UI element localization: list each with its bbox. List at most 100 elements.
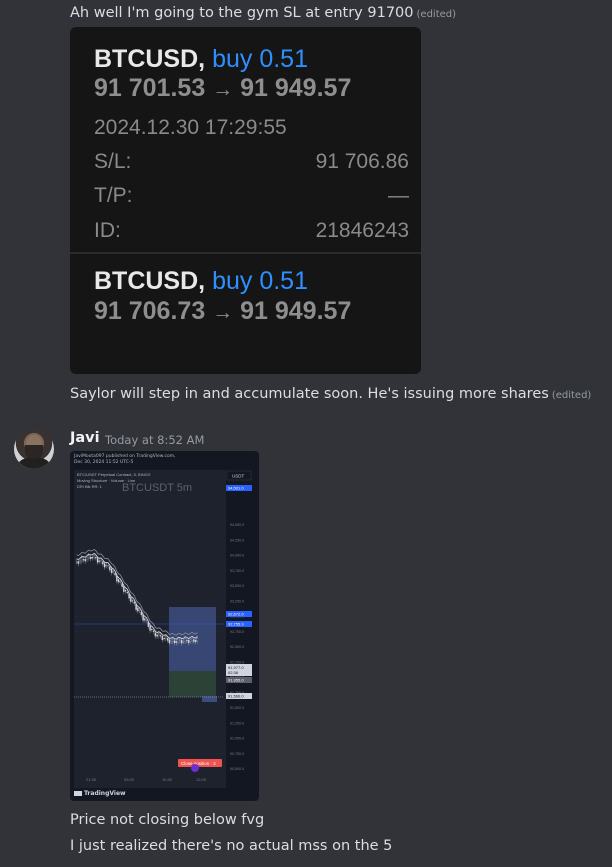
low-box-label: 91,955.0 <box>228 678 244 683</box>
candle <box>147 622 150 627</box>
candle <box>109 566 111 571</box>
candle <box>158 633 160 636</box>
y-tick-label: 94,500.0 <box>230 523 244 527</box>
tradingview-logo-icon <box>74 791 82 796</box>
candle <box>128 593 130 599</box>
current-time-label: 02:38 <box>228 670 239 675</box>
candle <box>135 604 137 610</box>
candle <box>105 565 108 567</box>
candle <box>117 579 120 583</box>
y-tick-label: 92,250.0 <box>230 660 244 664</box>
y-tick-label: 91,000.0 <box>230 737 244 741</box>
tp-value: — <box>388 184 409 207</box>
x-tick-label: 09:00 <box>124 777 135 782</box>
x-tick-label: 10:30 <box>162 777 173 782</box>
username[interactable]: Javi <box>70 430 100 446</box>
candle <box>156 634 158 637</box>
candle <box>144 618 146 621</box>
candle <box>149 625 151 631</box>
close-position-label: Close position · 2 <box>181 761 216 766</box>
candle <box>91 557 94 559</box>
candle <box>84 559 87 562</box>
candle <box>93 555 95 558</box>
open-price: 91 706.73 <box>94 297 206 325</box>
message-text: Ah well I'm going to the gym SL at entry… <box>70 5 456 21</box>
candle <box>77 561 80 564</box>
candle <box>166 638 169 641</box>
order-symbol: BTCUSD, <box>94 45 206 73</box>
message-text: Saylor will step in and accumulate soon.… <box>70 386 591 402</box>
candle <box>140 612 143 616</box>
tradingview-brand: TradingView <box>74 790 126 797</box>
candle <box>86 556 88 560</box>
quote-currency: USDT <box>232 474 245 479</box>
message-text: Price not closing below fvg <box>70 812 265 828</box>
message-body: Saylor will step in and accumulate soon.… <box>70 386 549 402</box>
y-tick-label: 91,250.0 <box>230 721 244 725</box>
candle <box>151 629 153 631</box>
candle <box>152 630 155 632</box>
tradingview-chart-attachment[interactable]: JaviMoota097 published on TradingView.co… <box>70 451 259 801</box>
candle <box>102 561 104 565</box>
candle <box>170 640 172 642</box>
y-tick-label: 93,750.0 <box>230 569 244 573</box>
candle <box>154 632 157 637</box>
candle <box>193 639 195 642</box>
candle <box>98 560 101 562</box>
candle <box>138 610 141 612</box>
chart-watermark: BTCUSDT 5m <box>122 482 192 494</box>
candle <box>165 636 167 639</box>
candle <box>88 555 90 559</box>
candle <box>182 641 185 643</box>
candle <box>79 560 81 563</box>
order-header: BTCUSD, buy 0.51 <box>94 45 308 74</box>
candle <box>75 561 78 563</box>
price-scale: 94,500.0 94,250.0 94,000.0 93,750.0 93,500.0… <box>226 470 255 788</box>
fvg-bottom-label: 92,755.9 <box>228 622 244 627</box>
candle <box>124 589 127 592</box>
message-body: Ah well I'm going to the gym SL at entry… <box>70 5 414 21</box>
candle <box>168 639 171 644</box>
y-tick-label: 93,500.0 <box>230 584 244 588</box>
candle <box>145 620 148 622</box>
candle <box>161 636 164 641</box>
id-row: ID: 21846243 <box>94 219 409 243</box>
candle <box>95 557 97 559</box>
edited-tag: (edited) <box>416 9 457 20</box>
order-side: buy 0.51 <box>212 267 308 295</box>
y-tick-label: 92,500.0 <box>230 645 244 649</box>
order-prices: 91 701.53 → 91 949.57 <box>94 74 351 103</box>
order-divider <box>70 252 421 254</box>
candle <box>133 601 136 604</box>
candle <box>189 639 192 642</box>
x-tick-label: 21:30 <box>86 777 97 782</box>
candle <box>172 639 174 642</box>
open-price: 91 701.53 <box>94 74 206 102</box>
order-header: BTCUSD, buy 0.51 <box>94 267 308 296</box>
trade-screenshot-attachment[interactable]: BTCUSD, buy 0.51 91 701.53 → 91 949.57 2… <box>70 27 421 374</box>
y-tick-label: 94,250.0 <box>230 538 244 542</box>
arrow: → <box>212 78 234 101</box>
order-datetime: 2024.12.30 17:29:55 <box>94 116 287 139</box>
user-avatar[interactable] <box>14 429 54 469</box>
candle <box>196 638 199 642</box>
candle <box>103 563 106 568</box>
x-tick-label: 12:00 <box>196 777 207 782</box>
y-tick-label: 94,000.0 <box>230 554 244 558</box>
candle <box>110 568 113 573</box>
candle <box>159 635 162 637</box>
candle <box>130 597 132 602</box>
chart-header-line1: JaviMoota097 published on TradingView.co… <box>74 454 176 459</box>
y-tick-label: 93,250.0 <box>230 599 244 603</box>
candle <box>114 573 116 576</box>
candle <box>89 556 92 560</box>
candle <box>107 565 109 567</box>
message-timestamp[interactable]: Today at 8:52 AM <box>105 433 204 447</box>
green-box <box>169 671 216 697</box>
candle <box>187 640 190 644</box>
order-side: buy 0.51 <box>212 45 308 73</box>
id-label: ID: <box>94 219 121 242</box>
sl-row: S/L: 91 706.86 <box>94 150 409 174</box>
avatar-dot-icon <box>191 764 199 772</box>
candle <box>119 581 122 583</box>
